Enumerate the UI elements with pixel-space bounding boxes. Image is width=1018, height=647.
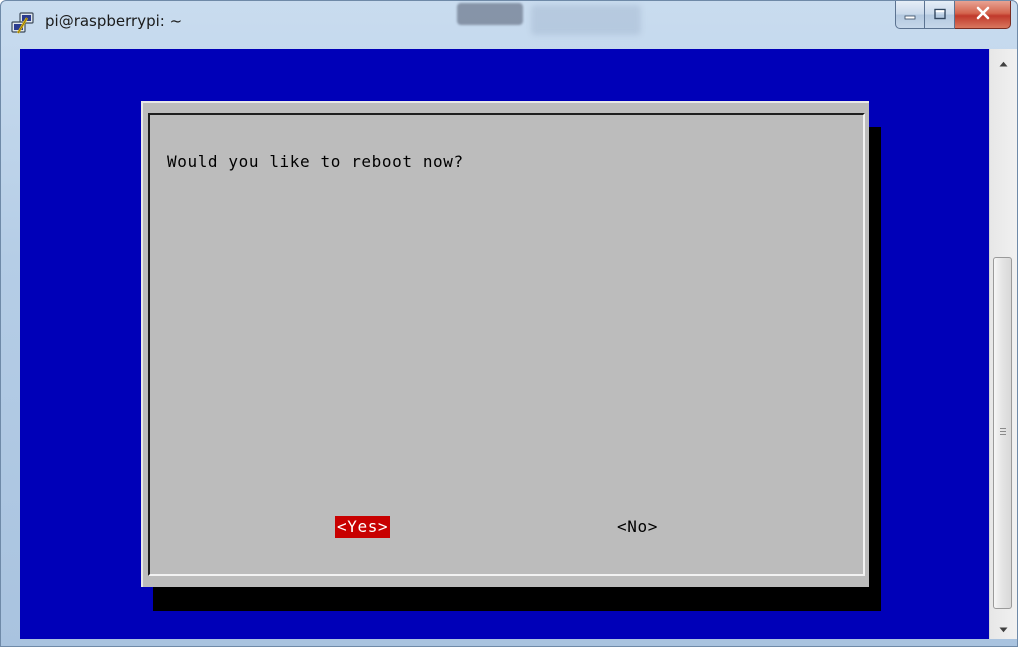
dialog-frame: Would you like to reboot now? <Yes> <No>: [148, 113, 865, 576]
minimize-icon: [903, 5, 917, 24]
dialog-prompt: Would you like to reboot now?: [167, 152, 464, 171]
window-title: pi@raspberrypi: ~: [45, 12, 183, 30]
caption-buttons: [895, 1, 1011, 31]
scroll-down-arrow-icon: [999, 618, 1008, 637]
reboot-dialog: Would you like to reboot now? <Yes> <No>: [141, 101, 869, 587]
vertical-scrollbar[interactable]: [989, 49, 1017, 639]
title-bar-blur: [457, 3, 523, 25]
putty-icon[interactable]: [10, 11, 36, 37]
minimize-button[interactable]: [895, 1, 925, 29]
title-bar[interactable]: pi@raspberrypi: ~: [1, 1, 1017, 45]
title-bar-blur-secondary: [531, 5, 641, 35]
no-button[interactable]: <No>: [615, 516, 660, 538]
scroll-up-button[interactable]: [990, 51, 1017, 71]
terminal-area[interactable]: Would you like to reboot now? <Yes> <No>: [20, 49, 989, 639]
yes-button[interactable]: <Yes>: [335, 516, 391, 538]
terminal-window: pi@raspberrypi: ~ Would you like to rebo…: [0, 0, 1018, 647]
maximize-icon: [933, 5, 947, 24]
scroll-down-button[interactable]: [990, 617, 1017, 637]
scroll-grip-icon: [1000, 428, 1006, 437]
scroll-up-arrow-icon: [999, 52, 1008, 71]
scroll-thumb[interactable]: [993, 257, 1012, 609]
maximize-button[interactable]: [925, 1, 955, 29]
close-button[interactable]: [955, 1, 1011, 29]
close-icon: [975, 5, 991, 24]
